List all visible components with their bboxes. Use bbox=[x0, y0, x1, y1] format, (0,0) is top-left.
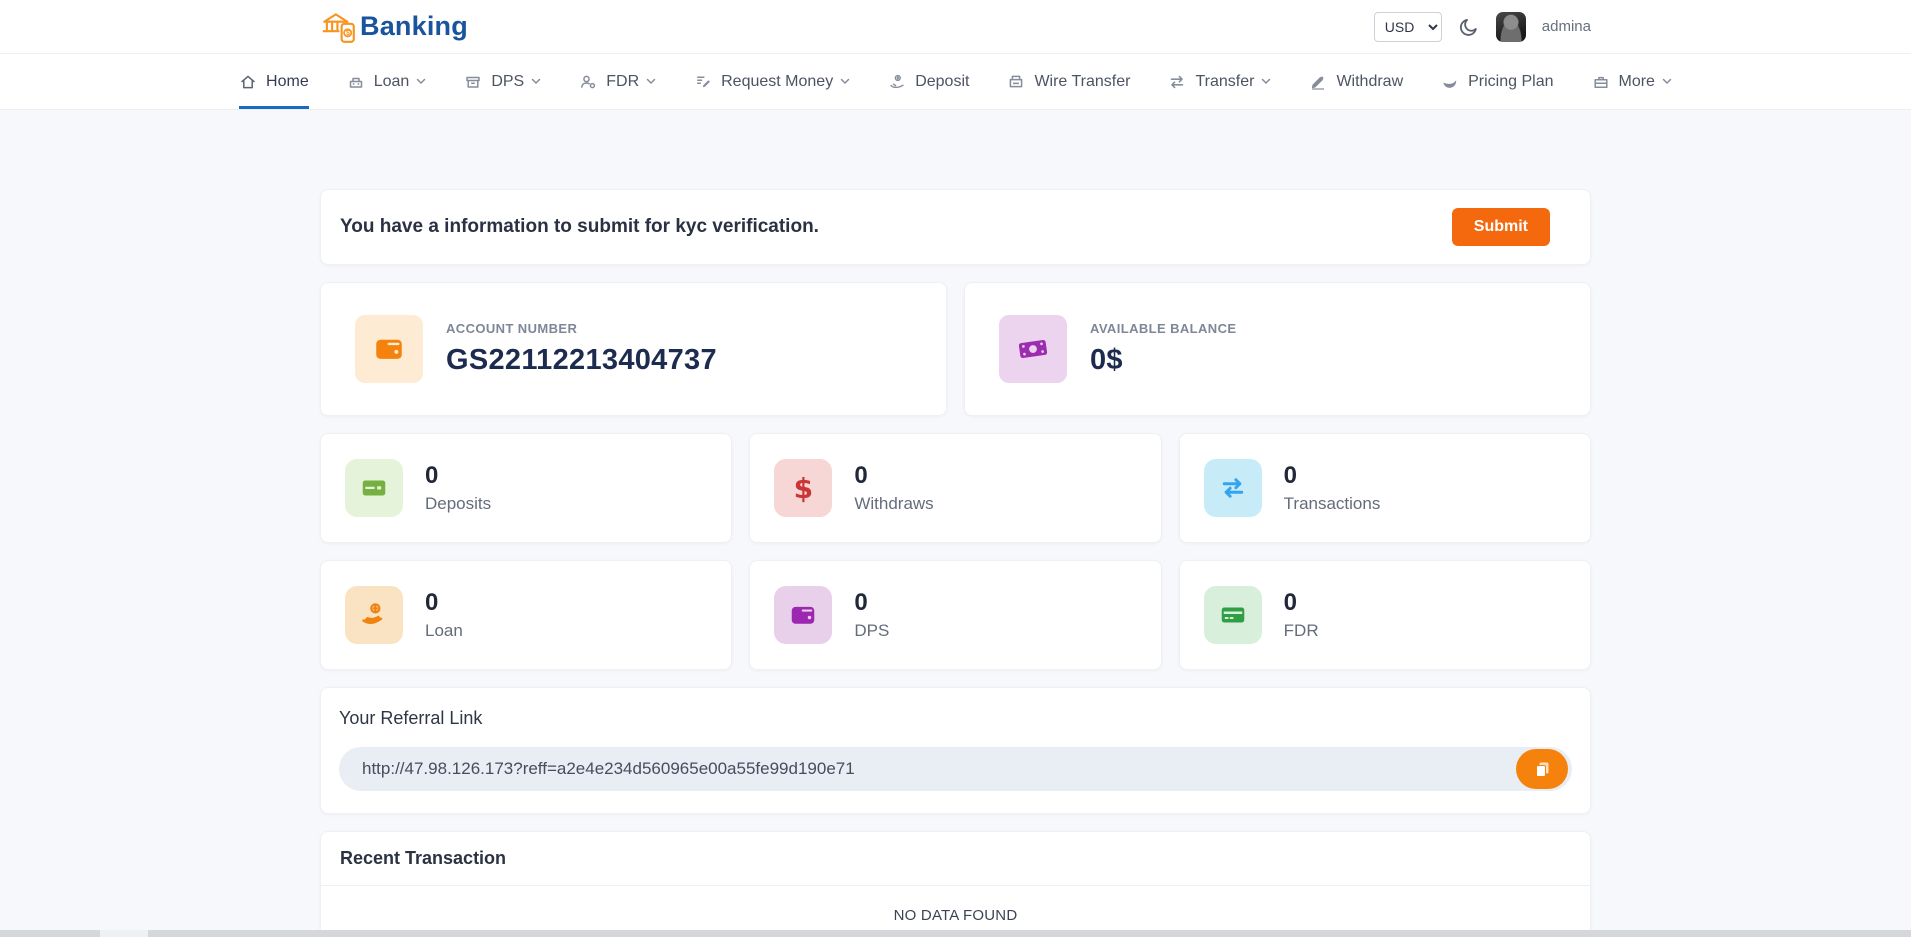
nav-label: More bbox=[1619, 73, 1655, 91]
pen-icon bbox=[1309, 73, 1327, 91]
bank-logo-icon: $ bbox=[320, 10, 358, 44]
stat-card-dps: 0 DPS bbox=[749, 560, 1161, 670]
referral-card: Your Referral Link bbox=[320, 687, 1591, 814]
stat-label: Withdraws bbox=[854, 494, 933, 514]
available-balance-value: 0$ bbox=[1090, 344, 1236, 377]
stat-label: DPS bbox=[854, 621, 889, 641]
top-header: $ Banking USD admina bbox=[0, 0, 1911, 54]
account-number-label: ACCOUNT NUMBER bbox=[446, 321, 717, 336]
user-gear-icon bbox=[579, 73, 597, 91]
stat-card-loan: 0 Loan bbox=[320, 560, 732, 670]
stat-value: 0 bbox=[854, 589, 889, 617]
home-icon bbox=[239, 73, 257, 91]
currency-select[interactable]: USD bbox=[1374, 12, 1442, 42]
nav-label: DPS bbox=[491, 73, 524, 91]
stat-value: 0 bbox=[1284, 462, 1381, 490]
nav-label: Wire Transfer bbox=[1034, 73, 1130, 91]
nav-item-dps[interactable]: DPS bbox=[464, 54, 541, 109]
stat-label: Loan bbox=[425, 621, 463, 641]
swap-arrows-icon bbox=[1168, 73, 1186, 91]
nav-label: FDR bbox=[606, 73, 639, 91]
brand-name: Banking bbox=[360, 11, 468, 42]
nav-item-request-money[interactable]: Request Money bbox=[694, 54, 850, 109]
account-number-value: GS22112213404737 bbox=[446, 344, 717, 377]
nav-label: Pricing Plan bbox=[1468, 73, 1553, 91]
kyc-submit-button[interactable]: Submit bbox=[1452, 208, 1550, 246]
nav-item-more[interactable]: More bbox=[1592, 54, 1672, 109]
archive-icon bbox=[464, 73, 482, 91]
chevron-down-icon bbox=[646, 78, 656, 85]
kyc-message: You have a information to submit for kyc… bbox=[340, 216, 819, 238]
wallet-icon bbox=[355, 315, 423, 383]
moon-icon bbox=[1458, 16, 1480, 38]
chevron-down-icon bbox=[531, 78, 541, 85]
stat-value: 0 bbox=[425, 462, 491, 490]
chevron-down-icon bbox=[416, 78, 426, 85]
chevron-down-icon bbox=[1662, 78, 1672, 85]
brand-logo[interactable]: $ Banking bbox=[320, 10, 468, 44]
banknote-icon bbox=[999, 315, 1067, 383]
stat-label: Transactions bbox=[1284, 494, 1381, 514]
stat-card-deposits: 0 Deposits bbox=[320, 433, 732, 543]
referral-title: Your Referral Link bbox=[339, 708, 1572, 729]
kyc-banner: You have a information to submit for kyc… bbox=[320, 189, 1591, 265]
stat-label: FDR bbox=[1284, 621, 1319, 641]
nav-item-wire-transfer[interactable]: Wire Transfer bbox=[1007, 54, 1130, 109]
nav-item-pricing-plan[interactable]: Pricing Plan bbox=[1441, 54, 1553, 109]
swoosh-icon bbox=[1441, 73, 1459, 91]
nav-label: Deposit bbox=[915, 73, 969, 91]
chevron-down-icon bbox=[840, 78, 850, 85]
hand-coin-icon bbox=[345, 586, 403, 644]
nav-item-transfer[interactable]: Transfer bbox=[1168, 54, 1271, 109]
stat-card-fdr: 0 FDR bbox=[1179, 560, 1591, 670]
recent-transactions-title: Recent Transaction bbox=[321, 832, 1590, 885]
horizontal-scrollbar[interactable] bbox=[0, 930, 1911, 937]
credit-card-icon bbox=[345, 459, 403, 517]
credit-card-icon bbox=[1204, 586, 1262, 644]
referral-link-input[interactable] bbox=[339, 747, 1572, 791]
stat-value: 0 bbox=[854, 462, 933, 490]
available-balance-card: AVAILABLE BALANCE 0$ bbox=[964, 282, 1591, 416]
chevron-down-icon bbox=[1261, 78, 1271, 85]
pos-machine-icon bbox=[1007, 73, 1025, 91]
stat-value: 0 bbox=[425, 589, 463, 617]
stat-label: Deposits bbox=[425, 494, 491, 514]
copy-referral-button[interactable] bbox=[1516, 749, 1568, 789]
scrollbar-thumb[interactable] bbox=[100, 930, 148, 937]
stat-card-transactions: 0 Transactions bbox=[1179, 433, 1591, 543]
avatar[interactable] bbox=[1496, 12, 1526, 42]
dollar-icon: $ bbox=[774, 459, 832, 517]
swap-arrows-icon bbox=[1204, 459, 1262, 517]
recent-transactions-card: Recent Transaction NO DATA FOUND bbox=[320, 831, 1591, 937]
username: admina bbox=[1542, 18, 1591, 35]
nav-item-home[interactable]: Home bbox=[239, 54, 309, 109]
dark-mode-toggle[interactable] bbox=[1458, 16, 1480, 38]
nav-label: Transfer bbox=[1195, 73, 1254, 91]
main-nav: Home Loan DPS FDR Request Money Deposit bbox=[0, 54, 1911, 110]
nav-item-withdraw[interactable]: Withdraw bbox=[1309, 54, 1403, 109]
cash-register-icon bbox=[347, 73, 365, 91]
nav-label: Request Money bbox=[721, 73, 833, 91]
wallet-icon bbox=[774, 586, 832, 644]
nav-item-fdr[interactable]: FDR bbox=[579, 54, 656, 109]
edit-document-icon bbox=[694, 73, 712, 91]
nav-label: Withdraw bbox=[1336, 73, 1403, 91]
briefcase-icon bbox=[1592, 73, 1610, 91]
nav-item-deposit[interactable]: Deposit bbox=[888, 54, 969, 109]
hand-coin-icon bbox=[888, 73, 906, 91]
nav-item-loan[interactable]: Loan bbox=[347, 54, 427, 109]
copy-icon bbox=[1532, 759, 1552, 779]
stat-card-withdraws: $ 0 Withdraws bbox=[749, 433, 1161, 543]
svg-text:$: $ bbox=[346, 30, 350, 37]
account-number-card: ACCOUNT NUMBER GS22112213404737 bbox=[320, 282, 947, 416]
nav-label: Home bbox=[266, 73, 309, 91]
nav-label: Loan bbox=[374, 73, 410, 91]
available-balance-label: AVAILABLE BALANCE bbox=[1090, 321, 1236, 336]
stat-value: 0 bbox=[1284, 589, 1319, 617]
